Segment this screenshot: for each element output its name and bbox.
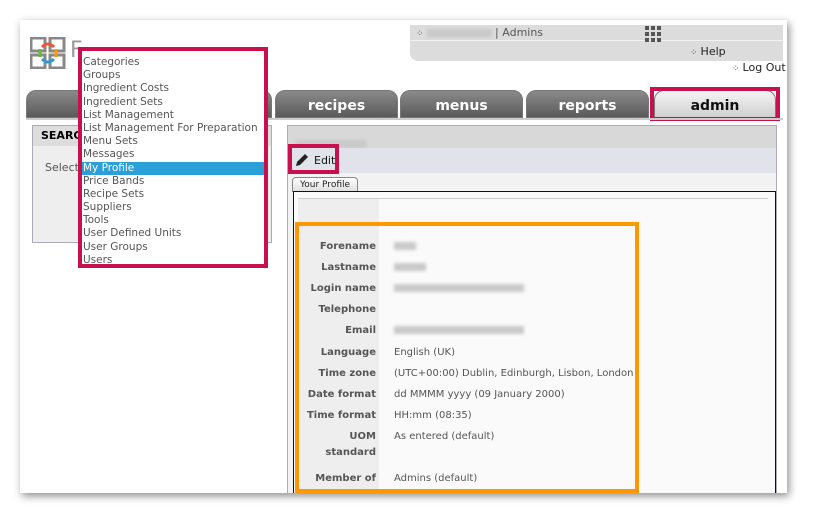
- help-link[interactable]: ⁘ Help: [690, 45, 726, 58]
- toolbar: Edit: [288, 148, 776, 173]
- admin-tab-highlight: [650, 87, 780, 121]
- logo: [29, 36, 66, 70]
- menu-item[interactable]: Groups: [82, 69, 264, 82]
- logout-link[interactable]: ⁘ Log Out: [732, 61, 786, 74]
- logout-icon: ⁘: [732, 64, 740, 74]
- edit-highlight: [288, 144, 339, 174]
- menu-item[interactable]: Ingredient Costs: [82, 82, 264, 95]
- menu-item[interactable]: Menu Sets: [82, 135, 264, 148]
- menu-item[interactable]: List Management: [82, 109, 264, 122]
- tab-your-profile[interactable]: Your Profile: [292, 177, 358, 192]
- menu-item[interactable]: Ingredient Sets: [82, 96, 264, 109]
- app-window: F ⁘ | Admins ⁘Help ⁘Log Out h recipes me…: [20, 20, 787, 493]
- menu-item[interactable]: Price Bands: [82, 175, 264, 188]
- select-label: Select: [45, 161, 79, 174]
- admin-menu-dropdown[interactable]: Categories Groups Ingredient Costs Ingredie…: [78, 47, 268, 268]
- menu-item[interactable]: Recipe Sets: [82, 188, 264, 201]
- help-icon: ⁘: [690, 48, 698, 58]
- menu-item[interactable]: Messages: [82, 148, 264, 161]
- apps-grid-icon[interactable]: [645, 26, 661, 42]
- menu-item[interactable]: Suppliers: [82, 201, 264, 214]
- user-bar: ⁘ | Admins ⁘ Help: [410, 25, 783, 61]
- menu-item[interactable]: User Groups: [82, 241, 264, 254]
- profile-fields-highlight: [295, 222, 639, 493]
- menu-item[interactable]: Users: [82, 254, 264, 267]
- menu-item[interactable]: User Defined Units: [82, 227, 264, 240]
- tab-recipes[interactable]: recipes: [275, 90, 398, 118]
- tab-menus[interactable]: menus: [400, 90, 523, 118]
- user-icon: ⁘: [416, 29, 424, 39]
- tab-reports[interactable]: reports: [526, 90, 649, 118]
- menu-item[interactable]: Tools: [82, 214, 264, 227]
- menu-item[interactable]: My Profile: [82, 161, 264, 175]
- menu-item[interactable]: Categories: [82, 56, 264, 69]
- user-role: Admins: [502, 26, 544, 39]
- menu-item[interactable]: List Management For Preparation: [82, 122, 264, 135]
